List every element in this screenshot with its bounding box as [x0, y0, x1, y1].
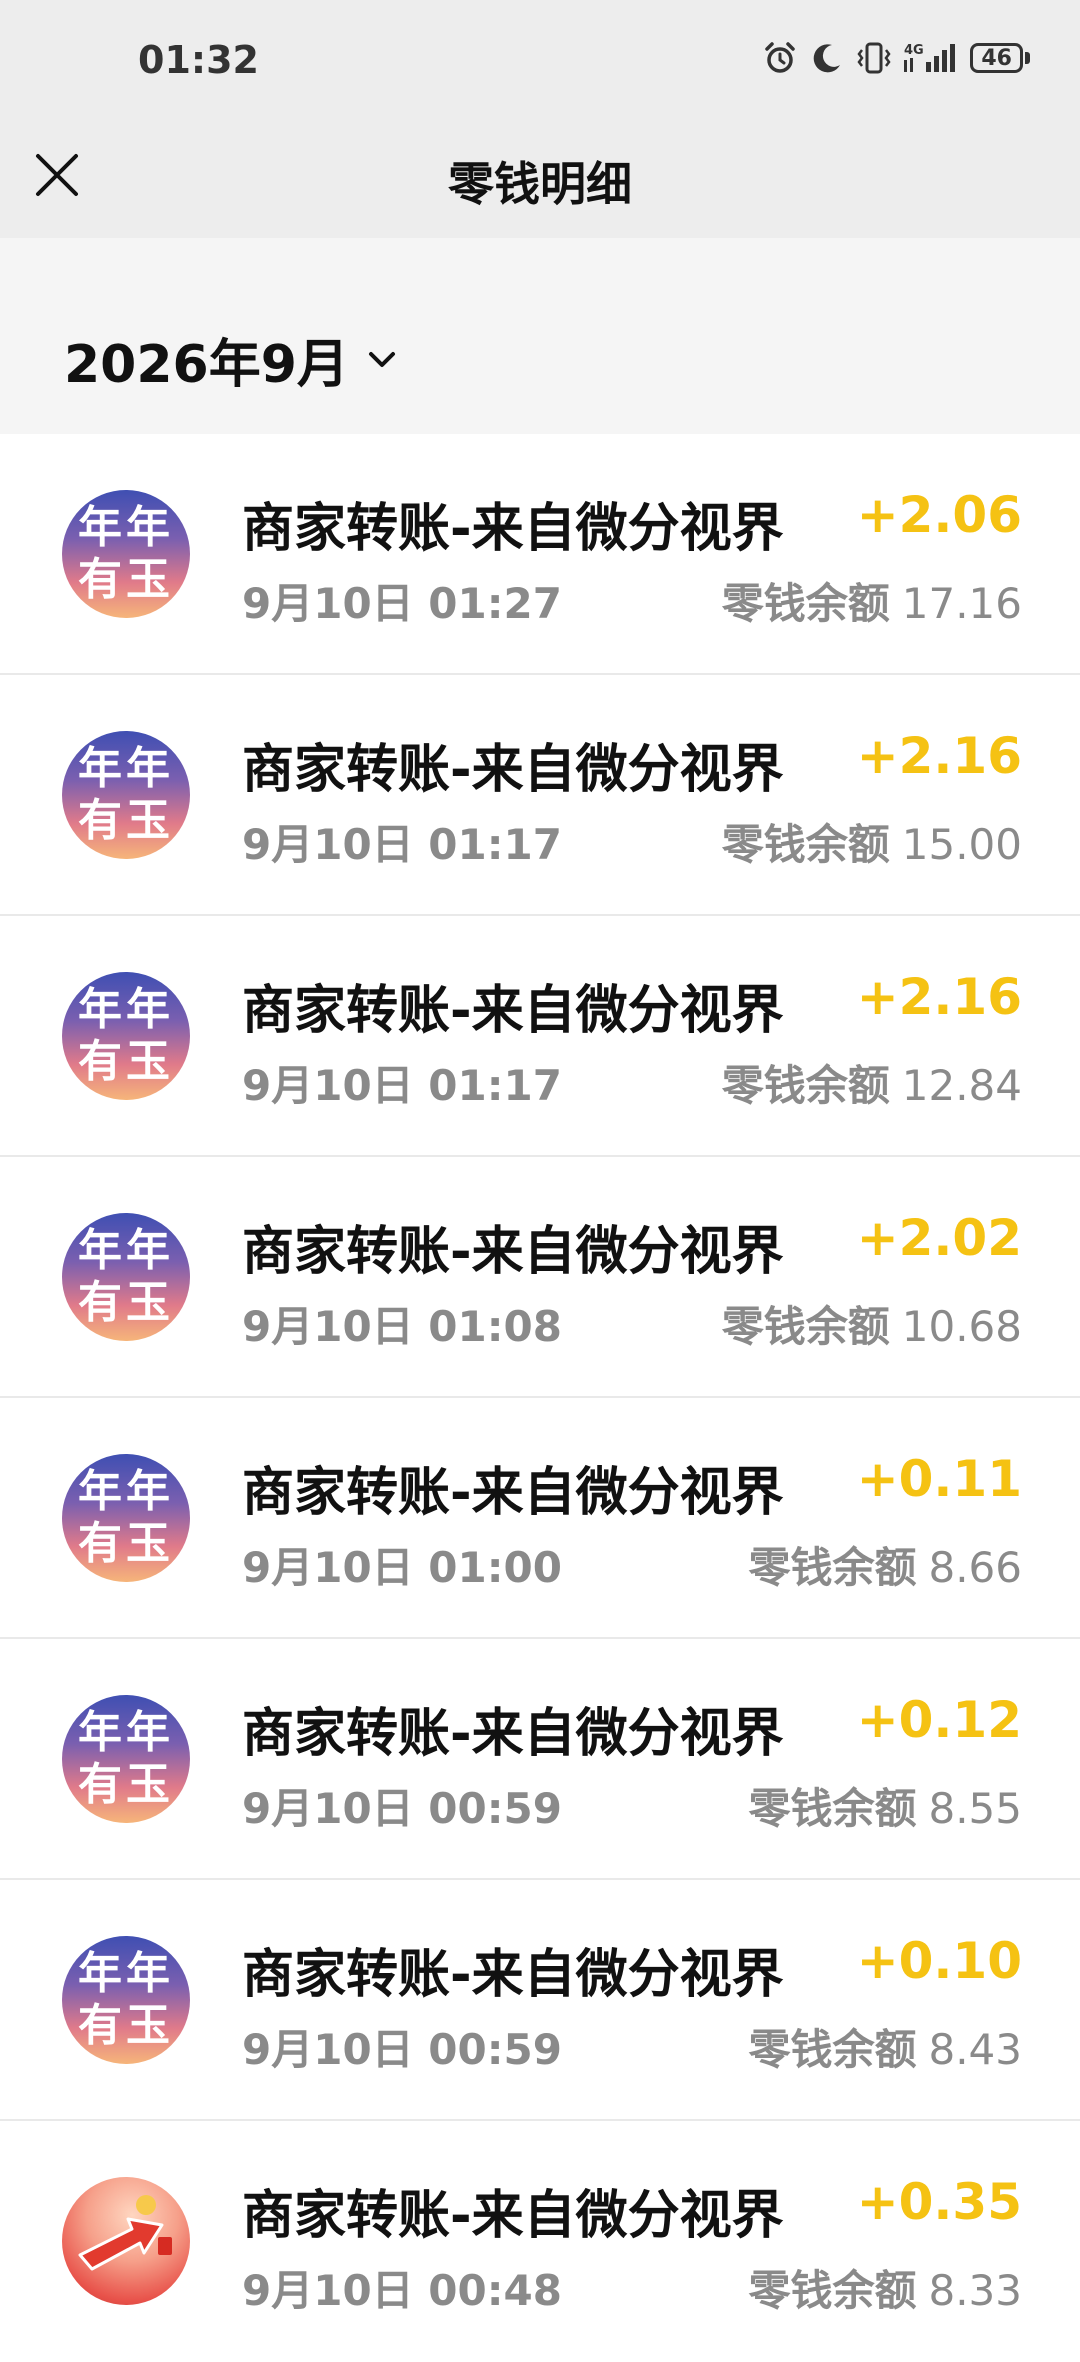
nav-bar: 零钱明细 — [0, 120, 1080, 238]
transaction-datetime: 9月10日 01:00 — [242, 1543, 562, 1592]
battery-icon: 46 — [970, 43, 1030, 73]
merchant-avatar: 年年 有玉 — [62, 490, 190, 618]
balance-value: 10.68 — [901, 1302, 1022, 1351]
status-icons: 4G 46 — [762, 40, 1030, 76]
avatar-text-line1: 年年 — [78, 743, 174, 794]
merchant-avatar: 年年 有玉 — [62, 731, 190, 859]
transaction-datetime: 9月10日 01:27 — [242, 579, 562, 628]
balance-info: 零钱余额 17.16 — [722, 570, 1022, 631]
balance-info: 零钱余额 15.00 — [722, 811, 1022, 872]
moon-icon — [810, 41, 844, 75]
transaction-row[interactable]: 年年 有玉 商家转账-来自微分视界 +2.06 9月10日 01:27 零钱余额… — [0, 434, 1080, 675]
transaction-amount: +0.10 — [856, 1932, 1022, 1990]
balance-info: 零钱余额 10.68 — [722, 1293, 1022, 1354]
vibrate-icon — [856, 40, 892, 76]
avatar-text-line1: 年年 — [78, 1707, 174, 1758]
month-label: 2026年9月 — [64, 335, 349, 395]
transaction-datetime: 9月10日 01:17 — [242, 820, 562, 869]
status-bar: 01:32 4G 46 — [0, 0, 1080, 120]
balance-info: 零钱余额 8.43 — [748, 2016, 1022, 2077]
avatar-text-line2: 有玉 — [78, 795, 174, 846]
avatar-text-line1: 年年 — [78, 1466, 174, 1517]
network-label: 4G — [904, 43, 924, 58]
avatar-text-line1: 年年 — [78, 984, 174, 1035]
balance-info: 零钱余额 8.66 — [748, 1534, 1022, 1595]
avatar-text-line2: 有玉 — [78, 554, 174, 605]
balance-label: 零钱余额 — [748, 1784, 917, 1833]
transaction-row[interactable]: 年年 有玉 商家转账-来自微分视界 +0.12 9月10日 00:59 零钱余额… — [0, 1639, 1080, 1880]
transaction-amount: +0.12 — [856, 1691, 1022, 1749]
transaction-datetime: 9月10日 00:59 — [242, 1784, 562, 1833]
balance-label: 零钱余额 — [721, 820, 890, 869]
transaction-row[interactable]: 商家转账-来自微分视界 +0.35 9月10日 00:48 零钱余额 8.33 — [0, 2121, 1080, 2362]
alarm-icon — [762, 40, 798, 76]
balance-info: 零钱余额 8.33 — [748, 2257, 1022, 2318]
transaction-datetime: 9月10日 00:48 — [242, 2266, 562, 2315]
status-time: 01:32 — [138, 38, 259, 82]
battery-level: 46 — [970, 43, 1023, 73]
avatar-text-line1: 年年 — [78, 502, 174, 553]
avatar-text-line2: 有玉 — [78, 1518, 174, 1569]
avatar-text-line2: 有玉 — [78, 1277, 174, 1328]
top-area: 01:32 4G 46 零钱明细 — [0, 0, 1080, 238]
transaction-amount: +2.02 — [856, 1209, 1022, 1267]
transaction-datetime: 9月10日 01:08 — [242, 1302, 562, 1351]
balance-label: 零钱余额 — [748, 2266, 917, 2315]
balance-label: 零钱余额 — [748, 1543, 917, 1592]
transaction-list: 年年 有玉 商家转账-来自微分视界 +2.06 9月10日 01:27 零钱余额… — [0, 434, 1080, 2362]
transaction-row[interactable]: 年年 有玉 商家转账-来自微分视界 +2.16 9月10日 01:17 零钱余额… — [0, 675, 1080, 916]
merchant-avatar — [62, 2177, 190, 2305]
balance-label: 零钱余额 — [721, 579, 890, 628]
transaction-title: 商家转账-来自微分视界 — [242, 981, 784, 1041]
chevron-down-icon — [368, 351, 395, 367]
transaction-datetime: 9月10日 00:59 — [242, 2025, 562, 2074]
merchant-avatar: 年年 有玉 — [62, 1454, 190, 1582]
balance-label: 零钱余额 — [721, 1302, 890, 1351]
balance-info: 零钱余额 12.84 — [722, 1052, 1022, 1113]
avatar-text-line1: 年年 — [78, 1948, 174, 1999]
avatar-text-line2: 有玉 — [78, 1036, 174, 1087]
balance-label: 零钱余额 — [748, 2025, 917, 2074]
balance-info: 零钱余额 8.55 — [748, 1775, 1022, 1836]
balance-value: 12.84 — [901, 1061, 1022, 1110]
avatar-text-line2: 有玉 — [78, 2000, 174, 2051]
transaction-row[interactable]: 年年 有玉 商家转账-来自微分视界 +0.10 9月10日 00:59 零钱余额… — [0, 1880, 1080, 2121]
transaction-datetime: 9月10日 01:17 — [242, 1061, 562, 1110]
transaction-amount: +0.11 — [856, 1450, 1022, 1508]
transaction-title: 商家转账-来自微分视界 — [242, 1704, 784, 1764]
transaction-title: 商家转账-来自微分视界 — [242, 2186, 784, 2246]
transaction-title: 商家转账-来自微分视界 — [242, 1222, 784, 1282]
transaction-amount: +2.16 — [856, 727, 1022, 785]
transaction-row[interactable]: 年年 有玉 商家转账-来自微分视界 +0.11 9月10日 01:00 零钱余额… — [0, 1398, 1080, 1639]
transaction-title: 商家转账-来自微分视界 — [242, 1945, 784, 2005]
transaction-amount: +0.35 — [856, 2173, 1022, 2231]
balance-value: 8.55 — [928, 1784, 1022, 1833]
transaction-amount: +2.06 — [856, 486, 1022, 544]
transaction-row[interactable]: 年年 有玉 商家转账-来自微分视界 +2.02 9月10日 01:08 零钱余额… — [0, 1157, 1080, 1398]
merchant-avatar: 年年 有玉 — [62, 972, 190, 1100]
month-filter-bar: 2026年9月 — [0, 238, 1080, 434]
month-selector[interactable]: 2026年9月 — [64, 322, 399, 397]
merchant-avatar: 年年 有玉 — [62, 1695, 190, 1823]
transaction-title: 商家转账-来自微分视界 — [242, 499, 784, 559]
signal-icon: 4G — [904, 40, 958, 76]
transaction-amount: +2.16 — [856, 968, 1022, 1026]
transaction-title: 商家转账-来自微分视界 — [242, 740, 784, 800]
balance-value: 15.00 — [901, 820, 1022, 869]
balance-value: 8.43 — [928, 2025, 1022, 2074]
page-title: 零钱明细 — [448, 157, 632, 211]
merchant-avatar: 年年 有玉 — [62, 1936, 190, 2064]
balance-value: 17.16 — [901, 579, 1022, 628]
avatar-text-line2: 有玉 — [78, 1759, 174, 1810]
transaction-title: 商家转账-来自微分视界 — [242, 1463, 784, 1523]
promo-arrow-icon — [78, 2195, 172, 2271]
balance-label: 零钱余额 — [721, 1061, 890, 1110]
merchant-avatar: 年年 有玉 — [62, 1213, 190, 1341]
avatar-text-line1: 年年 — [78, 1225, 174, 1276]
balance-value: 8.66 — [928, 1543, 1022, 1592]
transaction-row[interactable]: 年年 有玉 商家转账-来自微分视界 +2.16 9月10日 01:17 零钱余额… — [0, 916, 1080, 1157]
balance-value: 8.33 — [928, 2266, 1022, 2315]
